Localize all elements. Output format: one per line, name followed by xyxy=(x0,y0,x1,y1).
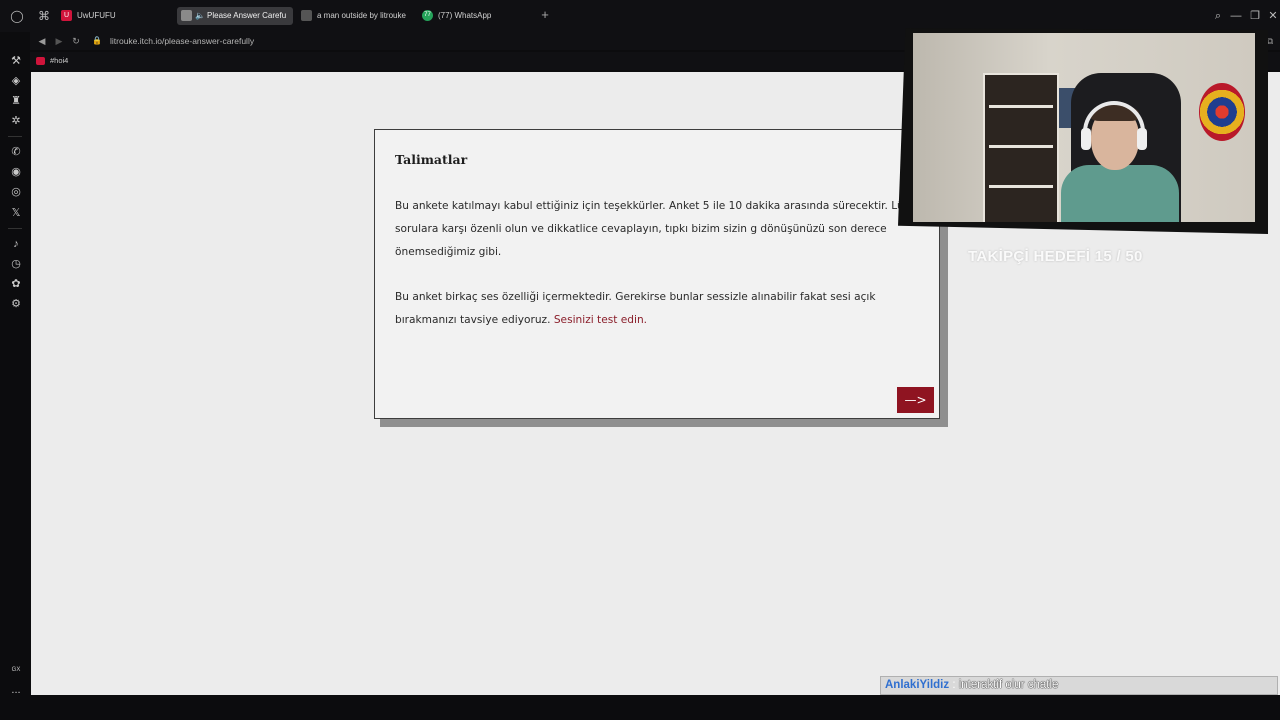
instagram-icon[interactable]: ◎ xyxy=(9,185,23,199)
chat-message: interaktif olur chatle xyxy=(958,679,1059,691)
speaker-icon[interactable]: 🔈 xyxy=(195,7,205,25)
streamer-shirt xyxy=(1061,165,1179,222)
back-button[interactable]: ◀ xyxy=(35,34,49,48)
whatsapp-icon[interactable]: ✆ xyxy=(9,145,23,159)
tab-uwufufu[interactable]: U UwUFUFU xyxy=(57,7,167,25)
follower-goal-text: TAKİPÇİ HEDEFİ 15 / 50 xyxy=(968,248,1143,265)
dialog-title: Talimatlar xyxy=(395,152,468,167)
discord-icon[interactable]: ◉ xyxy=(9,165,23,179)
test-sound-link[interactable]: Sesinizi test edin. xyxy=(554,314,647,326)
headset-cup xyxy=(1081,128,1091,150)
minimize-button[interactable]: — xyxy=(1229,9,1243,23)
music-player-icon[interactable]: ♪ xyxy=(9,237,23,251)
tab-label: (77) WhatsApp xyxy=(438,11,492,20)
history-icon[interactable]: ◷ xyxy=(9,257,23,271)
tab-favicon: U xyxy=(61,10,72,21)
bookmark-label: #hoi4 xyxy=(50,56,69,65)
gamepad-icon[interactable]: ⌘ xyxy=(37,9,51,23)
close-button[interactable]: ✕ xyxy=(1266,9,1280,23)
dartboard xyxy=(1199,83,1245,141)
headset-cup xyxy=(1137,128,1147,150)
gx-label[interactable]: GX xyxy=(9,663,23,677)
sidebar-divider xyxy=(8,228,22,229)
bookshelf xyxy=(983,73,1059,222)
tab-label: UwUFUFU xyxy=(77,11,116,20)
instructions-paragraph-2: Bu anket birkaç ses özelliği içermektedi… xyxy=(395,286,925,332)
gx-corner-icon[interactable]: ⚒ xyxy=(9,54,23,68)
chat-overlay: AnlakiYildiz : interaktif olur chatle xyxy=(880,676,1278,695)
lock-icon[interactable]: 🔒 xyxy=(92,35,102,47)
gx-control-icon[interactable]: ◈ xyxy=(9,74,23,88)
more-icon[interactable]: ... xyxy=(9,683,23,697)
settings-icon[interactable]: ⚙ xyxy=(9,297,23,311)
reload-button[interactable]: ↻ xyxy=(69,34,83,48)
bookmark-hoi4[interactable]: #hoi4 xyxy=(36,55,68,67)
sidebar: ⚒ ◈ ♜ ✲ ✆ ◉ ◎ 𝕏 ♪ ◷ ✿ ⚙ GX ... xyxy=(0,32,30,720)
webcam-feed xyxy=(913,33,1255,222)
forward-button[interactable]: ▶ xyxy=(52,34,66,48)
tab-label: Please Answer Carefu xyxy=(207,11,287,20)
gx-cleaner-icon[interactable]: ♜ xyxy=(9,94,23,108)
tab-favicon xyxy=(181,10,192,21)
tab-label: a man outside by litrouke xyxy=(317,11,406,20)
chat-separator: : xyxy=(949,679,959,691)
tab-bar: ◯ ⌘ U UwUFUFU 🔈 Please Answer Carefu a m… xyxy=(0,0,1280,32)
url-field[interactable]: litrouke.itch.io/please-answer-carefully xyxy=(110,34,254,48)
youtube-icon xyxy=(36,57,45,65)
instructions-dialog: Talimatlar Bu ankete katılmayı kabul ett… xyxy=(374,129,940,419)
sidebar-divider xyxy=(8,136,22,137)
tab-please-answer-carefully[interactable]: 🔈 Please Answer Carefu xyxy=(177,7,293,25)
x-twitter-icon[interactable]: 𝕏 xyxy=(9,206,23,220)
new-tab-button[interactable]: + xyxy=(538,8,552,22)
tab-a-man-outside[interactable]: a man outside by litrouke xyxy=(297,7,415,25)
tab-favicon xyxy=(301,10,312,21)
opera-gx-logo-icon[interactable]: ◯ xyxy=(10,9,24,23)
chat-username: AnlakiYildiz xyxy=(885,679,950,691)
next-button[interactable]: —> xyxy=(897,387,934,413)
extensions-sidebar-icon[interactable]: ✿ xyxy=(9,277,23,291)
search-icon[interactable]: ⌕ xyxy=(1211,9,1225,23)
maximize-button[interactable]: ❐ xyxy=(1248,9,1262,23)
tab-favicon: 77 xyxy=(422,10,433,21)
instructions-paragraph-1: Bu ankete katılmayı kabul ettiğiniz için… xyxy=(395,200,925,258)
tab-whatsapp[interactable]: 77 (77) WhatsApp xyxy=(418,7,528,25)
twitch-icon[interactable]: ✲ xyxy=(9,114,23,128)
